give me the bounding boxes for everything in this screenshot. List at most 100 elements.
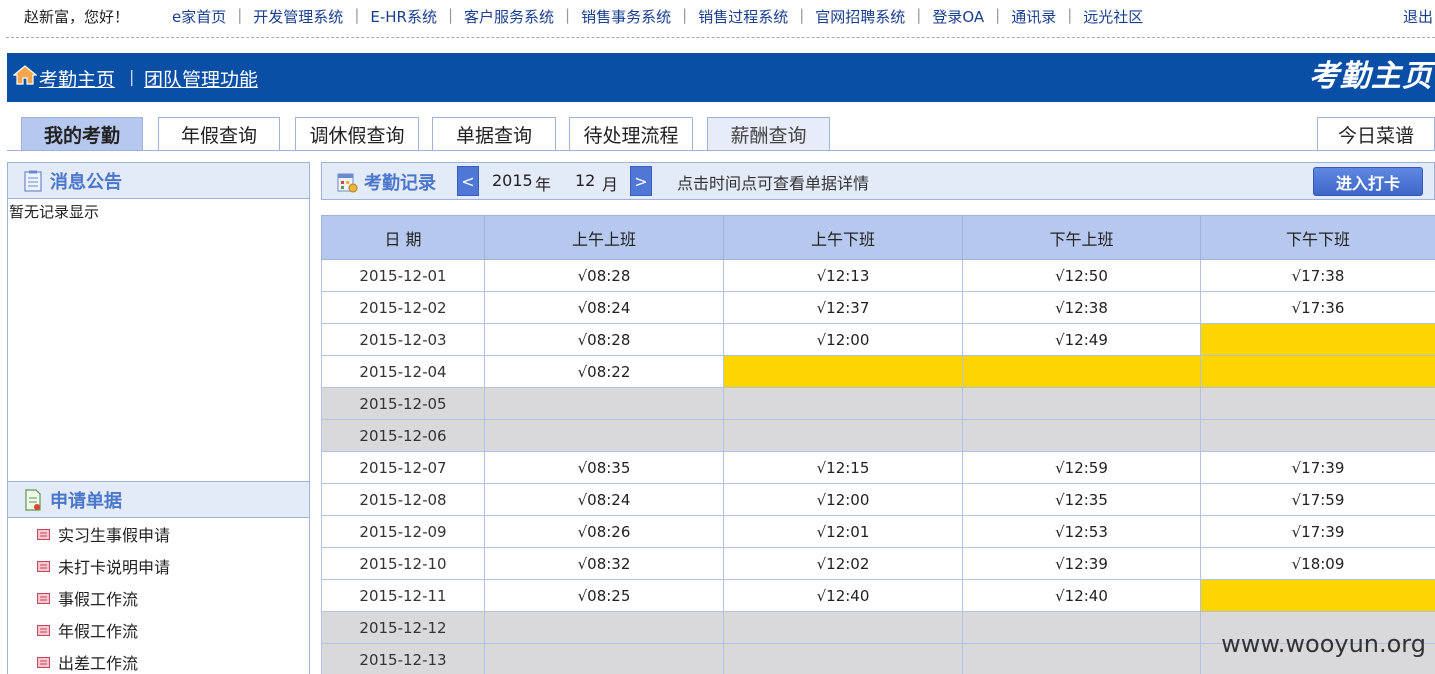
form-icon <box>37 560 50 572</box>
link-sales-process[interactable]: 销售过程系统 <box>698 6 788 27</box>
request-label: 未打卡说明申请 <box>58 558 171 577</box>
missing-punch-cell <box>1200 323 1435 356</box>
weekend-cell <box>484 387 724 420</box>
link-login-oa[interactable]: 登录OA <box>932 6 984 27</box>
link-ehr[interactable]: E-HR系统 <box>370 6 437 27</box>
punch-time-cell[interactable]: √08:24 <box>484 483 724 516</box>
link-separator: | <box>799 6 805 24</box>
link-ehome[interactable]: e家首页 <box>172 6 226 27</box>
punch-time-cell[interactable]: √18:09 <box>1200 547 1435 580</box>
header-date: 日 期 <box>321 215 485 260</box>
punch-time-cell[interactable]: √12:59 <box>962 451 1201 484</box>
tab-my-attendance[interactable]: 我的考勤 <box>21 117 143 151</box>
table-row: 2015-12-04 √08:22 <box>321 355 1435 388</box>
tab-comp-leave[interactable]: 调休假查询 <box>295 117 419 151</box>
weekend-cell <box>723 643 963 674</box>
table-row: 2015-12-07 √08:35 √12:15 √12:59 √17:39 <box>321 451 1435 484</box>
link-address-book[interactable]: 通讯录 <box>1011 6 1056 27</box>
record-header: 考勤记录 < 2015 年 12 月 > 点击时间点可查看单据详情 进入打卡 <box>321 162 1435 200</box>
punch-time-cell[interactable]: √12:53 <box>962 515 1201 548</box>
table-row: 2015-12-01 √08:28 √12:13 √12:50 √17:38 <box>321 259 1435 292</box>
punch-time-cell[interactable]: √12:15 <box>723 451 963 484</box>
punch-time-cell[interactable]: √12:49 <box>962 323 1201 356</box>
prev-month-button[interactable]: < <box>457 166 479 196</box>
header-pm-in: 下午上班 <box>962 215 1201 260</box>
weekend-cell <box>1200 387 1435 420</box>
link-sales-affairs[interactable]: 销售事务系统 <box>581 6 671 27</box>
punch-time-cell[interactable]: √08:35 <box>484 451 724 484</box>
punch-time-cell[interactable]: √08:22 <box>484 355 724 388</box>
punch-time-cell[interactable]: √12:40 <box>962 579 1201 612</box>
team-management-link[interactable]: 团队管理功能 <box>144 65 258 92</box>
table-header-row: 日 期 上午上班 上午下班 下午上班 下午下班 <box>321 215 1435 260</box>
home-icon <box>13 65 37 85</box>
request-business-trip[interactable]: 出差工作流 <box>8 646 309 674</box>
tab-pending-workflow[interactable]: 待处理流程 <box>569 117 693 151</box>
request-intern-leave[interactable]: 实习生事假申请 <box>8 518 309 550</box>
punch-time-cell[interactable]: √17:38 <box>1200 259 1435 292</box>
punch-time-cell[interactable]: √08:25 <box>484 579 724 612</box>
tab-salary[interactable]: 薪酬查询 <box>707 117 830 151</box>
punch-time-cell[interactable]: √17:39 <box>1200 451 1435 484</box>
punch-time-cell[interactable]: √12:39 <box>962 547 1201 580</box>
punch-time-cell[interactable]: √12:38 <box>962 291 1201 324</box>
table-row: 2015-12-05 <box>321 387 1435 420</box>
punch-time-cell[interactable]: √12:00 <box>723 323 963 356</box>
date-cell: 2015-12-03 <box>321 323 485 356</box>
date-cell: 2015-12-10 <box>321 547 485 580</box>
weekend-cell <box>1200 419 1435 452</box>
form-icon <box>37 528 50 540</box>
link-dev-mgmt[interactable]: 开发管理系统 <box>253 6 343 27</box>
weekend-cell <box>723 419 963 452</box>
punch-time-cell[interactable]: √12:00 <box>723 483 963 516</box>
request-annual-leave[interactable]: 年假工作流 <box>8 614 309 646</box>
date-cell: 2015-12-01 <box>321 259 485 292</box>
request-header: 申请单据 <box>8 482 309 518</box>
link-community[interactable]: 远光社区 <box>1083 6 1143 27</box>
request-personal-leave[interactable]: 事假工作流 <box>8 582 309 614</box>
tab-today-menu[interactable]: 今日菜谱 <box>1317 117 1435 151</box>
banner: 考勤主页 | 团队管理功能 考勤主页 <box>7 53 1435 102</box>
punch-time-cell[interactable]: √17:39 <box>1200 515 1435 548</box>
punch-in-button[interactable]: 进入打卡 <box>1313 167 1423 196</box>
attendance-table: 日 期 上午上班 上午下班 下午上班 下午下班 2015-12-01 √08:28… <box>321 215 1435 674</box>
header-pm-out: 下午下班 <box>1200 215 1435 260</box>
punch-time-cell[interactable]: √17:36 <box>1200 291 1435 324</box>
date-cell: 2015-12-05 <box>321 387 485 420</box>
punch-time-cell[interactable]: √08:26 <box>484 515 724 548</box>
top-bar: 赵新富，您好！ e家首页 | 开发管理系统 | E-HR系统 | 客户服务系统 | 销售… <box>0 0 1435 32</box>
punch-time-cell[interactable]: √12:35 <box>962 483 1201 516</box>
date-cell: 2015-12-06 <box>321 419 485 452</box>
punch-time-cell[interactable]: √12:40 <box>723 579 963 612</box>
table-row: 2015-12-06 <box>321 419 1435 452</box>
link-separator: | <box>447 6 454 24</box>
request-panel: 申请单据 实习生事假申请 未打卡说明申请 事假工作流 年假工作流 出差工作流 <box>7 481 310 674</box>
punch-time-cell[interactable]: √08:28 <box>484 259 724 292</box>
punch-time-cell[interactable]: √12:01 <box>723 515 963 548</box>
link-separator: | <box>682 6 688 24</box>
punch-time-cell[interactable]: √08:32 <box>484 547 724 580</box>
tab-annual-leave[interactable]: 年假查询 <box>158 117 280 151</box>
tab-documents[interactable]: 单据查询 <box>432 117 556 151</box>
weekend-cell <box>723 387 963 420</box>
link-separator: | <box>995 6 1001 24</box>
punch-time-cell[interactable]: √12:13 <box>723 259 963 292</box>
table-row: 2015-12-03 √08:28 √12:00 √12:49 <box>321 323 1435 356</box>
punch-time-cell[interactable]: √12:02 <box>723 547 963 580</box>
punch-time-cell[interactable]: √12:37 <box>723 291 963 324</box>
logout-link[interactable]: 退出 <box>1403 6 1433 27</box>
request-title: 申请单据 <box>50 490 122 512</box>
punch-time-cell[interactable]: √12:50 <box>962 259 1201 292</box>
date-cell: 2015-12-04 <box>321 355 485 388</box>
request-label: 实习生事假申请 <box>58 526 171 545</box>
link-recruitment[interactable]: 官网招聘系统 <box>815 6 905 27</box>
next-month-button[interactable]: > <box>630 166 652 196</box>
no-record-text: 暂无记录显示 <box>9 203 100 221</box>
attendance-home-link[interactable]: 考勤主页 <box>39 65 115 92</box>
link-customer-service[interactable]: 客户服务系统 <box>464 6 554 27</box>
request-missed-punch[interactable]: 未打卡说明申请 <box>8 550 309 582</box>
punch-time-cell[interactable]: √17:59 <box>1200 483 1435 516</box>
year-unit: 年 <box>535 175 552 194</box>
punch-time-cell[interactable]: √08:24 <box>484 291 724 324</box>
punch-time-cell[interactable]: √08:28 <box>484 323 724 356</box>
